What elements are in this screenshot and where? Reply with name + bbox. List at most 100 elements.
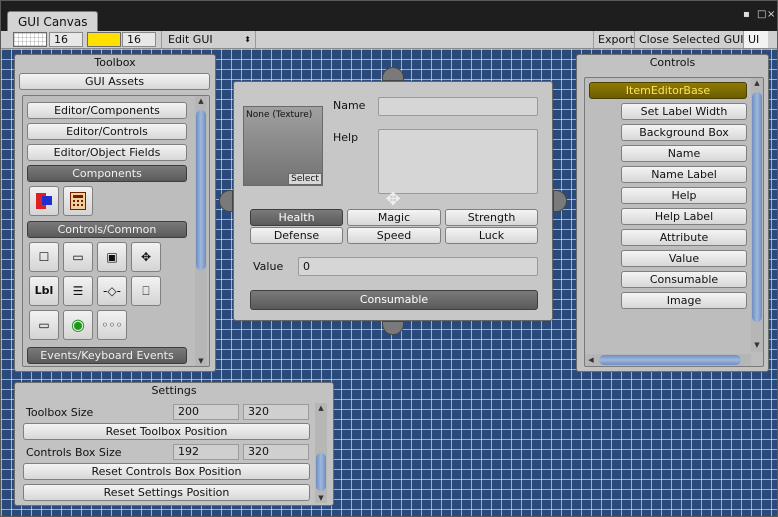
mode-dropdown[interactable]: Edit GUI ⬍ — [161, 31, 256, 48]
text-area-tool[interactable]: ⎕ — [131, 276, 161, 306]
controls-scrollbar-horizontal[interactable]: ◀ — [585, 354, 751, 366]
attribute-speed-button[interactable]: Speed — [347, 227, 441, 244]
box-tool[interactable]: ☐ — [29, 242, 59, 272]
value-label: Value — [253, 260, 284, 273]
controls-scroll-down-icon[interactable]: ▼ — [751, 340, 763, 350]
slider-icon: -◇- — [103, 284, 121, 298]
export-button[interactable]: Export — [593, 31, 638, 48]
controls-list: ItemEditorBase Set Label Width Backgroun… — [584, 77, 764, 367]
controls-scrollbar-vertical[interactable]: ▲ ▼ — [751, 78, 763, 352]
reset-controls-position-button[interactable]: Reset Controls Box Position — [23, 463, 310, 480]
scroll-down-icon[interactable]: ▼ — [195, 356, 207, 366]
controls-width-field[interactable]: 192 — [173, 444, 239, 460]
name-field[interactable] — [378, 97, 538, 116]
toolbox-width-field[interactable]: 200 — [173, 404, 239, 420]
settings-scrollbar[interactable]: ▲ ▼ — [315, 403, 327, 503]
attribute-strength-button[interactable]: Strength — [445, 209, 538, 226]
controls-scroll-thumb-horizontal[interactable] — [599, 355, 741, 365]
control-image[interactable]: Image — [621, 292, 747, 309]
value-field[interactable]: 0 — [298, 257, 538, 276]
component-calculator-icon — [64, 187, 92, 215]
highlight-size-field[interactable]: 16 — [122, 32, 156, 47]
controls-scroll-thumb-vertical[interactable] — [752, 92, 762, 322]
menu-icon[interactable]: ▪ — [743, 10, 750, 20]
texture-field[interactable]: None (Texture) Select — [243, 106, 323, 186]
item-editor-base[interactable]: None (Texture) Select Name Help ✥ Health… — [233, 81, 553, 321]
consumable-toggle-button[interactable]: Consumable — [250, 290, 538, 310]
control-help[interactable]: Help — [621, 187, 747, 204]
control-item-editor-base[interactable]: ItemEditorBase — [589, 82, 747, 99]
close-selected-gui-button[interactable]: Close Selected GUI — [634, 31, 747, 48]
slider-tool[interactable]: -◇- — [97, 276, 127, 306]
control-attribute[interactable]: Attribute — [621, 229, 747, 246]
control-set-label-width[interactable]: Set Label Width — [621, 103, 747, 120]
highlight-color-swatch[interactable] — [87, 32, 121, 47]
reset-settings-position-button[interactable]: Reset Settings Position — [23, 484, 310, 501]
attribute-defense-button[interactable]: Defense — [250, 227, 343, 244]
button-tool[interactable]: ▭ — [63, 242, 93, 272]
scroll-up-icon[interactable]: ▲ — [195, 96, 207, 106]
help-text-area[interactable] — [378, 129, 538, 194]
editor-components-button[interactable]: Editor/Components — [27, 102, 187, 119]
control-consumable[interactable]: Consumable — [621, 271, 747, 288]
texture-select-button[interactable]: Select — [288, 173, 322, 185]
controls-scroll-left-icon[interactable]: ◀ — [585, 355, 597, 365]
controls-height-field[interactable]: 320 — [243, 444, 309, 460]
toggle-tool[interactable]: ◉ — [63, 310, 93, 340]
button-icon: ▭ — [72, 250, 84, 264]
gui-assets-button[interactable]: GUI Assets — [19, 73, 210, 90]
ui-toggle-button[interactable]: UI — [743, 31, 768, 48]
editor-controls-button[interactable]: Editor/Controls — [27, 123, 187, 140]
component-red-blue-icon — [30, 187, 58, 215]
toolbox-height-field[interactable]: 320 — [243, 404, 309, 420]
component-tool-2[interactable] — [63, 186, 93, 216]
control-name-label[interactable]: Name Label — [621, 166, 747, 183]
toggle-icon: ◉ — [71, 315, 85, 334]
toolbox-scroll-thumb[interactable] — [196, 110, 206, 270]
window-tab[interactable]: GUI Canvas — [7, 11, 99, 31]
label-tool[interactable]: Lbl — [29, 276, 59, 306]
components-header[interactable]: Components — [27, 165, 187, 182]
gui-canvas-window: GUI Canvas ▪ □ × 16 16 Edit GUI ⬍ Export… — [0, 0, 778, 517]
settings-scroll-down-icon[interactable]: ▼ — [315, 493, 327, 503]
text-area-icon: ⎕ — [142, 284, 150, 298]
box-icon: ☐ — [38, 250, 50, 264]
selection-grid-icon: ☰ — [72, 284, 84, 298]
toolbox-panel: Toolbox GUI Assets Editor/Components Edi… — [14, 54, 216, 372]
close-icon[interactable]: × — [767, 10, 775, 20]
toolbar-tool[interactable]: ◦◦◦ — [97, 310, 127, 340]
component-tool-1[interactable] — [29, 186, 59, 216]
reset-toolbox-position-button[interactable]: Reset Toolbox Position — [23, 423, 310, 440]
maximize-icon[interactable]: □ — [757, 10, 766, 20]
text-field-icon: ▭ — [38, 318, 50, 332]
settings-scroll-up-icon[interactable]: ▲ — [315, 403, 327, 413]
text-field-tool[interactable]: ▭ — [29, 310, 59, 340]
control-background-box[interactable]: Background Box — [621, 124, 747, 141]
editor-object-fields-button[interactable]: Editor/Object Fields — [27, 144, 187, 161]
dropdown-arrow-icon: ⬍ — [244, 35, 251, 44]
controls-common-header[interactable]: Controls/Common — [27, 221, 187, 238]
controls-scroll-up-icon[interactable]: ▲ — [751, 78, 763, 88]
attribute-luck-button[interactable]: Luck — [445, 227, 538, 244]
repeat-button-tool[interactable]: ✥ — [131, 242, 161, 272]
image-tool[interactable]: ▣ — [97, 242, 127, 272]
toolbox-size-label: Toolbox Size — [26, 406, 94, 419]
attribute-health-button[interactable]: Health — [250, 209, 343, 226]
settings-title: Settings — [151, 384, 197, 397]
controls-box-size-label: Controls Box Size — [26, 446, 122, 459]
texture-caption: None (Texture) — [246, 110, 313, 120]
move-cursor-icon: ✥ — [385, 189, 401, 210]
label-icon: Lbl — [34, 284, 54, 297]
toolbox-scrollbar[interactable]: ▲ ▼ — [195, 96, 207, 366]
attribute-magic-button[interactable]: Magic — [347, 209, 441, 226]
control-help-label[interactable]: Help Label — [621, 208, 747, 225]
selection-grid-tool[interactable]: ☰ — [63, 276, 93, 306]
grid-color-swatch[interactable] — [13, 32, 47, 47]
events-header[interactable]: Events/Keyboard Events — [27, 347, 187, 364]
settings-scroll-thumb[interactable] — [316, 453, 326, 491]
control-name[interactable]: Name — [621, 145, 747, 162]
control-value[interactable]: Value — [621, 250, 747, 267]
controls-panel: Controls ItemEditorBase Set Label Width … — [576, 54, 769, 372]
repeat-button-icon: ✥ — [140, 250, 152, 264]
grid-size-field[interactable]: 16 — [49, 32, 83, 47]
